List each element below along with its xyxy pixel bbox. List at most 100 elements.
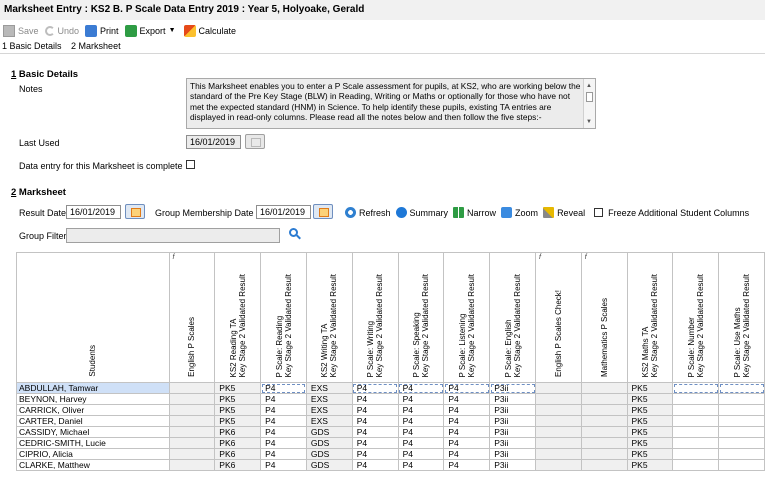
column-header-3[interactable]: P Scale: Reading Key Stage 2 Validated Re… [260,252,307,383]
grid-cell[interactable] [672,382,720,394]
table-row[interactable]: CIPRIO, Alicia PK6 P4 GDS P4 P4 P4 P3ii PK5 [16,448,765,460]
grid-cell[interactable]: P3ii [489,426,536,438]
search-icon[interactable] [288,228,301,242]
grid-cell[interactable]: P4 [443,448,491,460]
summary-button[interactable]: Summary [395,207,448,218]
student-name[interactable]: CASSIDY, Michael [16,426,170,438]
grid-cell[interactable]: P4 [351,437,399,449]
grid-cell[interactable]: P4 [397,426,445,438]
column-header-2[interactable]: KS2 Reading TA Key Stage 2 Validated Resu… [214,252,262,383]
grid-cell[interactable]: P3ii [489,393,536,405]
grid-cell[interactable]: P4 [260,437,307,449]
grid-cell[interactable] [718,448,765,460]
save-button[interactable]: Save [3,23,39,39]
table-row[interactable]: CARRICK, Oliver PK5 P4 EXS P4 P4 P4 P3ii PK5 [16,404,765,416]
grid-cell[interactable]: P4 [443,382,491,394]
column-header-11[interactable]: KS2 Maths TA Key Stage 2 Validated Result [626,252,674,383]
grid-cell[interactable]: P4 [351,382,399,394]
table-row[interactable]: CARTER, Daniel PK5 P4 EXS P4 P4 P4 P3ii PK5 [16,415,765,427]
grid-cell[interactable]: P4 [397,415,445,427]
grid-cell[interactable] [718,437,765,449]
print-button[interactable]: Print [85,23,119,39]
student-name[interactable]: CARRICK, Oliver [16,404,170,416]
refresh-button[interactable]: Refresh [345,207,391,218]
grid-cell[interactable]: P3ii [489,404,536,416]
grid-cell[interactable]: P4 [260,426,307,438]
undo-button[interactable]: Undo [44,23,79,39]
column-header-5[interactable]: P Scale: Writing Key Stage 2 Validated Re… [351,252,399,383]
grid-cell[interactable]: P4 [351,404,399,416]
grid-cell[interactable] [672,448,720,460]
group-membership-calendar-icon[interactable] [313,204,333,219]
grid-cell[interactable]: P3ii [489,437,536,449]
student-name[interactable]: CIPRIO, Alicia [16,448,170,460]
calculate-button[interactable]: Calculate [183,23,236,39]
table-row[interactable]: ABDULLAH, Tamwar PK5 P4 EXS P4 P4 P4 P3ii PK5 [16,382,765,394]
column-header-6[interactable]: P Scale: Speaking Key Stage 2 Validated R… [397,252,445,383]
grid-cell[interactable] [718,393,765,405]
group-membership-field[interactable]: 16/01/2019 [256,205,311,219]
column-header-12[interactable]: P Scale: Number Key Stage 2 Validated Res… [672,252,720,383]
grid-cell[interactable]: P4 [443,393,491,405]
grid-cell[interactable]: P4 [260,393,307,405]
grid-cell[interactable]: P4 [443,404,491,416]
result-date-field[interactable]: 16/01/2019 [66,205,121,219]
grid-cell[interactable] [672,459,720,471]
grid-cell[interactable] [672,393,720,405]
table-row[interactable]: CLARKE, Matthew PK6 P4 GDS P4 P4 P4 P3ii PK5 [16,459,765,471]
grid-cell[interactable] [718,415,765,427]
grid-cell[interactable]: P4 [351,426,399,438]
scroll-up-icon[interactable]: ▲ [586,81,592,91]
grid-cell[interactable]: P4 [351,459,399,471]
column-header-10[interactable]: f Mathematics P Scales [580,252,628,383]
grid-cell[interactable] [672,404,720,416]
student-name[interactable]: CEDRIC-SMITH, Lucie [16,437,170,449]
student-name[interactable]: CARTER, Daniel [16,415,170,427]
grid-cell[interactable] [672,437,720,449]
grid-cell[interactable]: P4 [260,382,307,394]
grid-cell[interactable]: P4 [397,437,445,449]
column-header-1[interactable]: f English P Scales [168,252,216,383]
grid-cell[interactable]: P4 [260,415,307,427]
grid-cell[interactable]: P4 [397,459,445,471]
table-row[interactable]: CEDRIC-SMITH, Lucie PK6 P4 GDS P4 P4 P4 P3ii PK5 [16,437,765,449]
grid-cell[interactable]: P4 [443,415,491,427]
grid-cell[interactable]: P4 [351,415,399,427]
grid-cell[interactable] [718,426,765,438]
grid-cell[interactable] [718,382,765,394]
scroll-down-icon[interactable]: ▼ [586,117,592,127]
scroll-thumb[interactable] [586,92,593,102]
grid-cell[interactable] [718,459,765,471]
grid-cell[interactable]: P4 [260,448,307,460]
grid-cell[interactable]: P3ii [489,382,536,394]
table-row[interactable]: CASSIDY, Michael PK6 P4 GDS P4 P4 P4 P3ii PK5 [16,426,765,438]
students-column-header[interactable]: Students [16,252,170,383]
grid-cell[interactable]: P4 [397,448,445,460]
column-header-4[interactable]: KS2 Writing TA Key Stage 2 Validated Resu… [305,252,353,383]
grid-cell[interactable]: P3ii [489,448,536,460]
grid-cell[interactable]: P4 [443,437,491,449]
grid-cell[interactable]: P4 [397,393,445,405]
nav-link-basic-details[interactable]: 1 Basic Details [2,41,62,51]
grid-cell[interactable]: P4 [397,404,445,416]
freeze-columns-option[interactable]: Freeze Additional Student Columns [594,208,749,218]
grid-cell[interactable]: P4 [351,448,399,460]
grid-cell[interactable]: P4 [443,459,491,471]
chevron-down-icon[interactable]: ▼ [169,27,176,34]
grid-cell[interactable] [672,426,720,438]
complete-checkbox[interactable] [186,160,195,169]
nav-link-marksheet[interactable]: 2 Marksheet [71,41,121,51]
group-filter-field[interactable] [66,228,280,243]
grid-cell[interactable]: P3ii [489,459,536,471]
freeze-columns-checkbox[interactable] [594,208,604,217]
grid-cell[interactable]: P4 [260,404,307,416]
student-name[interactable]: ABDULLAH, Tamwar [16,382,170,394]
column-header-8[interactable]: P Scale: English Key Stage 2 Validated Re… [489,252,536,383]
grid-cell[interactable] [718,404,765,416]
grid-cell[interactable] [672,415,720,427]
narrow-button[interactable]: Narrow [453,207,496,218]
export-button[interactable]: Export ▼ [124,23,178,39]
column-header-9[interactable]: f English P Scales Check! [535,252,582,383]
grid-cell[interactable]: P4 [260,459,307,471]
notes-textarea[interactable]: This Marksheet enables you to enter a P … [186,78,596,129]
